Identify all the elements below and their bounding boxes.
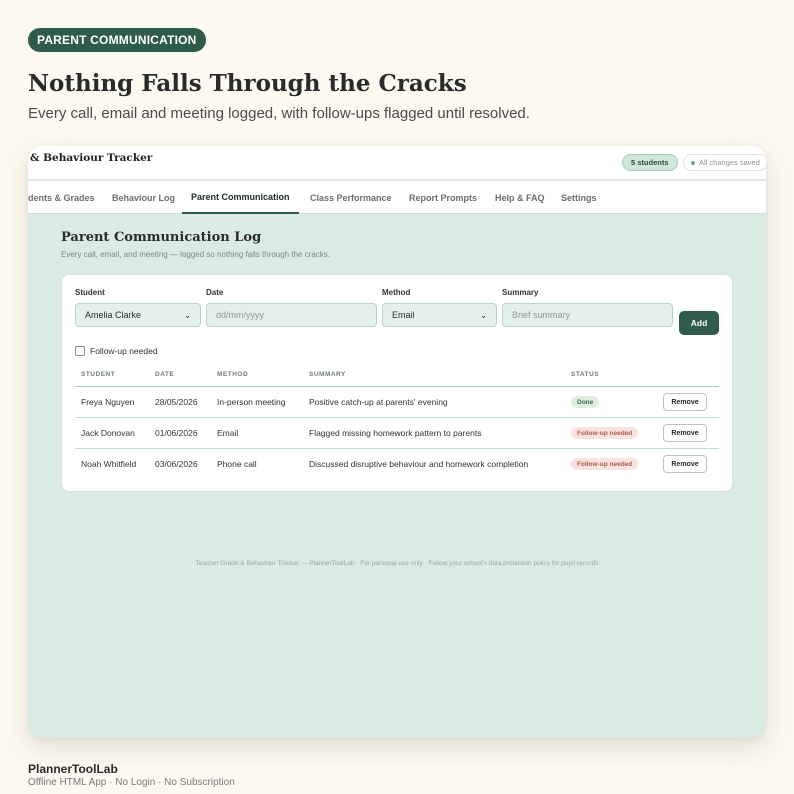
cell-method: Phone call [217,459,257,469]
chevron-down-icon: ⌄ [184,310,191,320]
chevron-down-icon: ⌄ [480,310,487,320]
tab-class-performance[interactable]: Class Performance [310,181,392,214]
table-header: STUDENT DATE METHOD SUMMARY STATUS [75,367,719,387]
method-select-value: Email [392,310,415,320]
app-window: & Behaviour Tracker 5 students All chang… [28,146,766,738]
table-row: Noah Whitfield 03/06/2026 Phone call Dis… [75,449,719,480]
tab-students-grades[interactable]: dents & Grades [28,181,95,214]
date-placeholder: dd/mm/yyyy [216,310,265,320]
cell-method: Email [217,428,239,438]
student-label: Student [75,288,105,297]
summary-placeholder: Brief summary [512,310,571,320]
follow-up-label: Follow-up needed [90,346,158,356]
follow-up-toggle[interactable]: Follow-up needed [75,346,158,356]
cell-student: Freya Nguyen [81,397,135,407]
hero-subtitle: Every call, email and meeting logged, wi… [28,105,530,122]
add-button[interactable]: Add [679,311,719,335]
cell-date: 03/06/2026 [155,459,198,469]
cell-summary: Positive catch-up at parents' evening [309,397,448,407]
status-badge: Done [571,396,600,408]
remove-button[interactable]: Remove [663,424,707,442]
column-header-summary: SUMMARY [309,371,346,378]
cell-student: Noah Whitfield [81,459,137,469]
tab-report-prompts[interactable]: Report Prompts [409,181,477,214]
date-input[interactable]: dd/mm/yyyy [206,303,377,327]
app-footer-note: Teacher Grade & Behaviour Tracker — Plan… [195,560,599,567]
column-header-student: STUDENT [81,371,116,378]
summary-input[interactable]: Brief summary [502,303,673,327]
column-header-date: DATE [155,371,175,378]
app-topbar: & Behaviour Tracker 5 students All chang… [28,146,766,180]
save-status-text: All changes saved [699,158,760,167]
table-row: Jack Donovan 01/06/2026 Email Flagged mi… [75,418,719,449]
communication-card: Student Amelia Clarke ⌄ Date dd/mm/yyyy … [61,274,733,492]
remove-button[interactable]: Remove [663,393,707,411]
cell-student: Jack Donovan [81,428,135,438]
brand-tagline: Offline HTML App · No Login · No Subscri… [28,777,235,788]
page-title: Parent Communication Log [61,230,262,245]
date-label: Date [206,288,224,297]
brand-name: PlannerToolLab [28,762,118,776]
status-dot-icon [691,160,695,165]
cell-method: In-person meeting [217,397,286,407]
follow-up-checkbox[interactable] [75,346,85,356]
status-badge: Follow-up needed [571,427,639,439]
status-badge: Follow-up needed [571,458,639,470]
column-header-method: METHOD [217,371,249,378]
students-count-pill: 5 students [622,154,678,171]
hero-title: Nothing Falls Through the Cracks [28,70,467,97]
tab-help-faq[interactable]: Help & FAQ [495,181,545,214]
tab-settings[interactable]: Settings [561,181,597,214]
save-status-pill: All changes saved [683,154,766,171]
app-title: & Behaviour Tracker [30,152,153,164]
tab-behaviour-log[interactable]: Behaviour Log [112,181,175,214]
cell-date: 28/05/2026 [155,397,198,407]
summary-label: Summary [502,288,539,297]
student-select[interactable]: Amelia Clarke ⌄ [75,303,201,327]
method-select[interactable]: Email ⌄ [382,303,497,327]
section-badge: PARENT COMMUNICATION [28,28,206,52]
column-header-status: STATUS [571,371,600,378]
cell-summary: Flagged missing homework pattern to pare… [309,428,482,438]
page-subtitle: Every call, email, and meeting — logged … [61,250,331,259]
cell-summary: Discussed disruptive behaviour and homew… [309,459,529,469]
tab-parent-communication[interactable]: Parent Communication [182,181,299,214]
method-label: Method [382,288,411,297]
remove-button[interactable]: Remove [663,455,707,473]
student-select-value: Amelia Clarke [85,310,142,320]
cell-date: 01/06/2026 [155,428,198,438]
table-row: Freya Nguyen 28/05/2026 In-person meetin… [75,387,719,418]
tab-bar: dents & Grades Behaviour Log Parent Comm… [28,181,766,214]
